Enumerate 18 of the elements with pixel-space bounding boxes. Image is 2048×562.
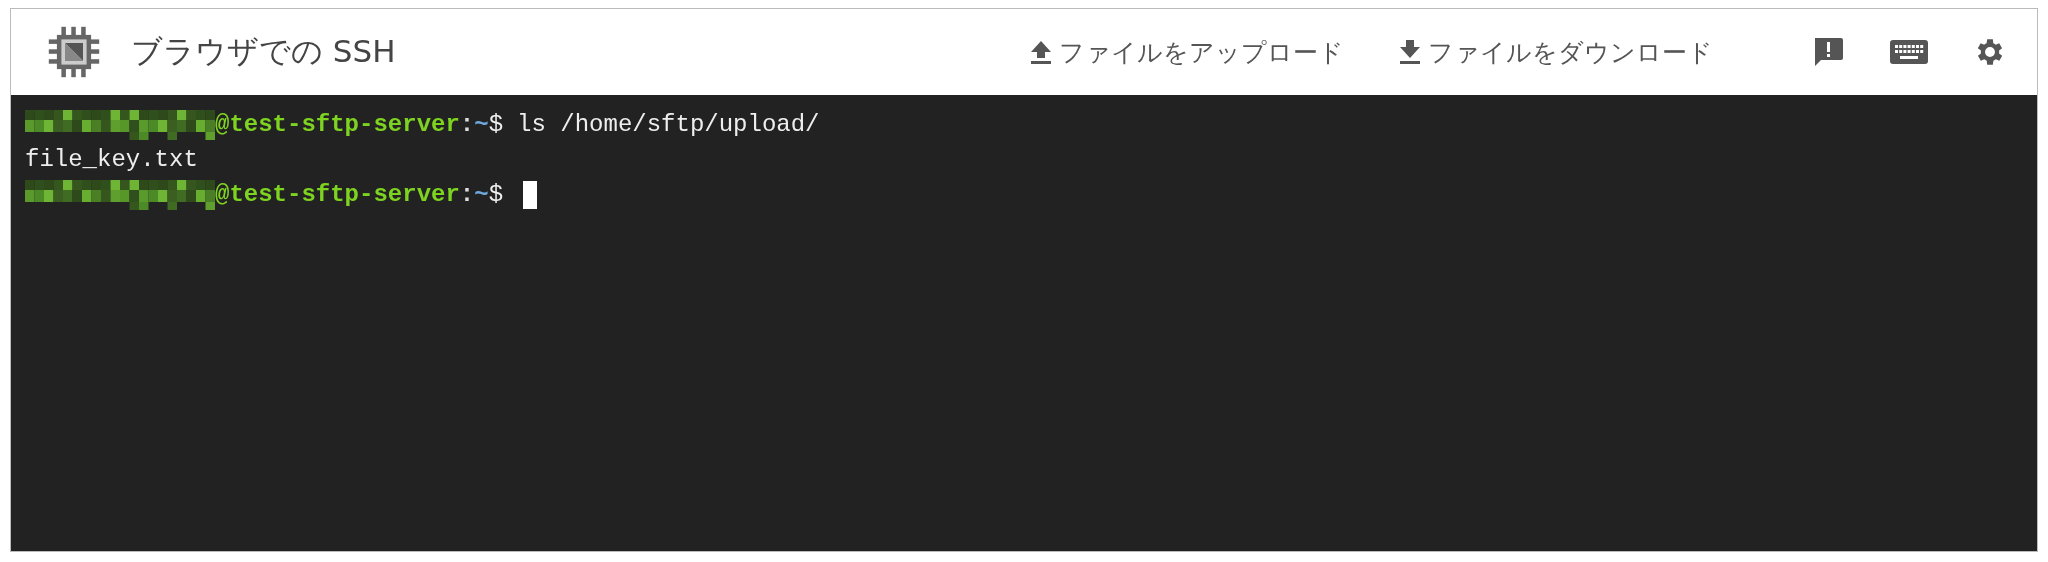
- chip-icon: [47, 25, 101, 79]
- download-button[interactable]: ファイルをダウンロード: [1398, 35, 1713, 69]
- prompt-symbol: $: [488, 111, 504, 138]
- command-text: ls /home/sftp/upload/: [517, 111, 820, 138]
- terminal[interactable]: @test-sftp-server:~$ ls /home/sftp/upload/ file_key.txt @test-sftp-server:~$: [11, 95, 2037, 551]
- prompt-host: @test-sftp-server: [215, 181, 460, 208]
- prompt-path: ~: [474, 111, 489, 138]
- keyboard-button[interactable]: [1889, 37, 1929, 67]
- upload-icon: [1029, 39, 1053, 65]
- download-icon: [1398, 39, 1422, 65]
- prompt-separator: :: [459, 111, 475, 138]
- prompt-path: ~: [474, 181, 489, 208]
- output-text: file_key.txt: [25, 146, 198, 173]
- upload-button[interactable]: ファイルをアップロード: [1029, 35, 1344, 69]
- prompt-symbol: $: [488, 181, 504, 208]
- prompt-host: @test-sftp-server: [215, 111, 460, 138]
- window-title: ブラウザでの SSH: [131, 32, 396, 71]
- prompt-separator: :: [459, 181, 475, 208]
